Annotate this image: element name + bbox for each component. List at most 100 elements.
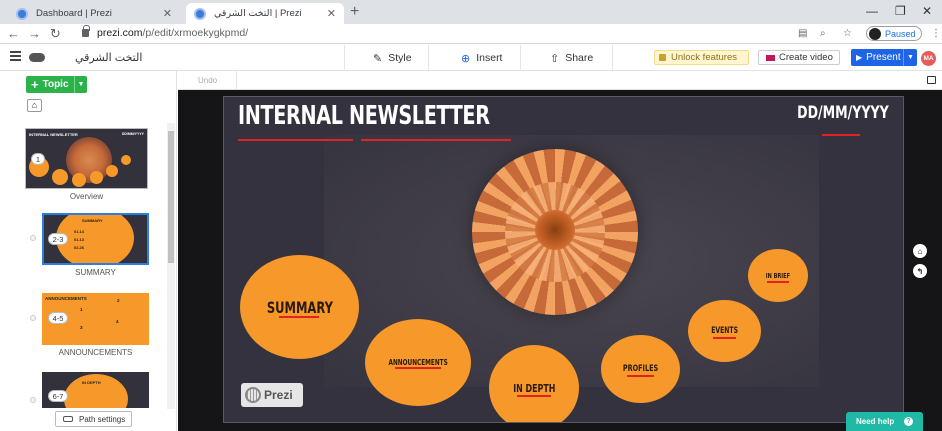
browser-tab-editor[interactable]: التخت الشرقي | Prezi ✕ xyxy=(186,3,344,24)
dahlia-flower-image xyxy=(472,149,638,315)
create-video-label: Create video xyxy=(779,52,833,63)
present-label: Present xyxy=(866,52,901,63)
close-tab-icon[interactable]: ✕ xyxy=(163,7,172,20)
topic-label: Topic xyxy=(42,79,69,90)
topic-label: EVENTS xyxy=(711,326,738,336)
thumb-title: IN DEPTH xyxy=(82,380,101,385)
path-dot xyxy=(30,315,36,321)
style-button[interactable]: ✎ Style xyxy=(373,49,412,67)
topic-in-depth[interactable]: IN DEPTH xyxy=(489,345,579,422)
play-icon: ▶ xyxy=(856,53,863,62)
thumb-date: DD/MM/YYYY xyxy=(121,132,144,136)
need-help-button[interactable]: Need help ? xyxy=(846,412,923,431)
thumb-title: INTERNAL NEWSLETTER xyxy=(29,132,78,137)
topic-events[interactable]: EVENTS xyxy=(688,300,761,362)
topic-underline xyxy=(627,375,654,377)
home-button[interactable]: ⌂ xyxy=(27,99,42,112)
lock-icon[interactable] xyxy=(82,25,90,37)
url-path: /p/edit/xrmoekygkpmd/ xyxy=(142,27,249,39)
back-arrow-icon[interactable]: ← xyxy=(7,26,20,41)
zoom-home-icon[interactable]: ⌂ xyxy=(913,244,927,258)
translate-icon[interactable]: ▤ xyxy=(798,28,807,39)
new-tab-icon[interactable]: + xyxy=(350,3,359,21)
browser-tab-dashboard[interactable]: Dashboard | Prezi ✕ xyxy=(8,3,180,24)
path-dot xyxy=(30,235,36,241)
zoom-out-icon[interactable]: ↰ xyxy=(913,264,927,278)
close-tab-icon[interactable]: ✕ xyxy=(327,7,336,20)
path-dot xyxy=(30,397,36,403)
cloud-save-icon xyxy=(29,53,45,62)
share-icon: ⇧ xyxy=(550,52,560,65)
thumb-title: SUMMARY xyxy=(82,218,103,223)
path-settings-button[interactable]: Path settings xyxy=(55,411,132,427)
insert-label: Insert xyxy=(476,52,503,64)
path-icon xyxy=(63,416,73,422)
logo-text: Prezi xyxy=(264,388,293,402)
topic-circle xyxy=(121,155,131,165)
topic-circle xyxy=(72,173,86,187)
slide-date[interactable]: DD/MM/YYYY xyxy=(797,103,889,123)
reload-icon[interactable]: ↻ xyxy=(50,26,61,42)
slide-overview[interactable]: INTERNAL NEWSLETTER DD/MM/YYYY SUMMARY A… xyxy=(223,96,904,423)
notes-icon[interactable] xyxy=(927,76,936,84)
zoom-icon[interactable]: ⌕ xyxy=(820,28,826,39)
help-label: Need help xyxy=(856,417,895,426)
title-underline xyxy=(361,139,511,141)
create-video-button[interactable]: Create video xyxy=(758,50,840,65)
topic-underline xyxy=(395,367,441,369)
url-host: prezi.com xyxy=(97,27,143,39)
thumb-line: 01.13 xyxy=(74,237,85,242)
hamburger-menu-icon[interactable] xyxy=(10,51,21,61)
topic-label: PROFILES xyxy=(622,364,659,374)
thumb-line: 01.14 xyxy=(74,229,85,234)
path-settings-label: Path settings xyxy=(79,414,126,424)
topic-announcements[interactable]: ANNOUNCEMENTS xyxy=(365,319,471,406)
thumb-mark: 3 xyxy=(80,325,83,330)
topic-summary[interactable]: SUMMARY xyxy=(240,255,359,359)
topic-label: ANNOUNCEMENTS xyxy=(388,358,448,367)
present-dropdown-icon[interactable]: ▼ xyxy=(903,49,917,66)
browser-menu-icon[interactable]: ⋮ xyxy=(931,28,941,39)
slide-label: SUMMARY xyxy=(75,268,116,277)
thumb-line: 02.26 xyxy=(74,245,85,250)
thumb-mark: 1 xyxy=(80,307,83,312)
title-underline xyxy=(238,139,353,141)
prezi-favicon xyxy=(16,7,28,20)
prezi-logo-mark-icon xyxy=(245,387,261,403)
minimize-icon[interactable]: — xyxy=(866,4,878,18)
topic-profiles[interactable]: PROFILES xyxy=(601,335,680,403)
topic-circle xyxy=(90,171,103,184)
home-icon: ⌂ xyxy=(31,100,38,110)
bookmark-star-icon[interactable]: ☆ xyxy=(843,28,852,39)
brush-icon: ✎ xyxy=(373,52,383,65)
panel-scrollbar-thumb[interactable] xyxy=(168,131,174,263)
thumb-mark: 2 xyxy=(117,298,120,303)
question-icon: ? xyxy=(904,417,913,426)
share-label: Share xyxy=(565,52,594,64)
undo-button[interactable]: Undo xyxy=(198,76,217,85)
close-window-icon[interactable]: ✕ xyxy=(922,4,932,18)
profile-paused-chip[interactable]: Paused xyxy=(866,26,922,41)
topic-dropdown-icon[interactable]: ▼ xyxy=(74,76,87,93)
add-topic-button[interactable]: + Topic ▼ xyxy=(26,76,87,93)
topic-label: IN DEPTH xyxy=(512,381,556,395)
forward-arrow-icon[interactable]: → xyxy=(28,26,41,41)
editor-canvas[interactable]: INTERNAL NEWSLETTER DD/MM/YYYY SUMMARY A… xyxy=(178,90,942,431)
user-avatar[interactable]: MA xyxy=(921,51,936,66)
slide-title[interactable]: INTERNAL NEWSLETTER xyxy=(238,101,490,131)
share-button[interactable]: ⇧ Share xyxy=(550,49,593,67)
topic-underline xyxy=(767,281,789,283)
date-underline xyxy=(822,134,860,136)
slide-number-badge: 6-7 xyxy=(48,390,68,402)
url-field[interactable]: prezi.com/p/edit/xrmoekygkpmd/ xyxy=(97,27,248,39)
unlock-features-button[interactable]: Unlock features xyxy=(654,50,749,65)
plus-circle-icon: ⊕ xyxy=(461,52,471,65)
divider xyxy=(344,45,345,71)
present-button[interactable]: ▶ Present ▼ xyxy=(851,49,917,66)
restore-icon[interactable]: ❐ xyxy=(895,4,906,18)
prezi-toolbar: التخت الشرقي ✎ Style ⊕ Insert ⇧ Share Unloc… xyxy=(0,45,942,71)
topic-in-brief[interactable]: IN BRIEF xyxy=(748,249,808,302)
presentation-title[interactable]: التخت الشرقي xyxy=(75,51,142,64)
insert-button[interactable]: ⊕ Insert xyxy=(461,49,502,67)
lock-icon xyxy=(659,54,666,61)
